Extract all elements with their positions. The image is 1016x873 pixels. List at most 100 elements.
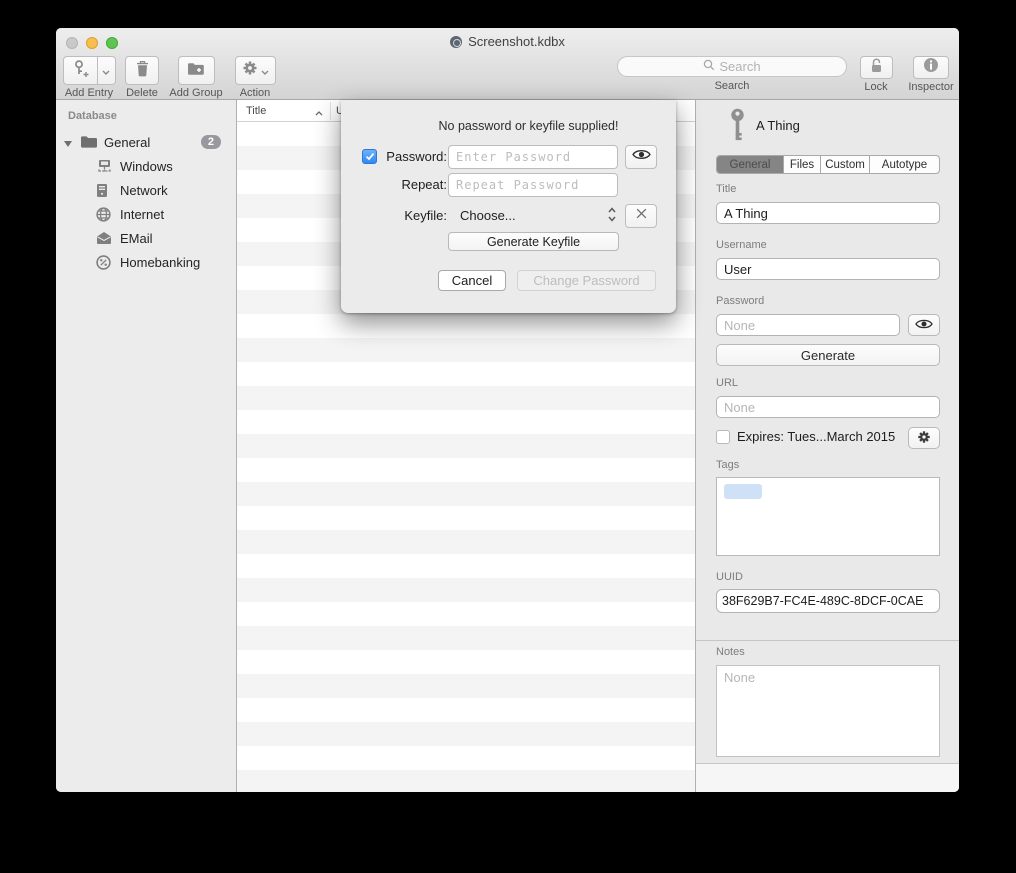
gear-icon <box>242 60 258 81</box>
add-group-button[interactable] <box>178 56 215 85</box>
sort-ascending-icon <box>315 107 323 119</box>
document-proxy-icon <box>450 36 462 48</box>
sidebar: Database General 2 Windows <box>56 100 237 792</box>
eye-icon <box>632 148 651 166</box>
disclosure-triangle-icon[interactable] <box>64 135 72 150</box>
title-field-label: Title <box>716 183 736 195</box>
inspector-label: Inspector <box>908 81 953 93</box>
delete-button[interactable] <box>125 56 159 85</box>
gear-icon <box>917 430 931 447</box>
change-password-dialog: No password or keyfile supplied! Passwor… <box>341 100 676 313</box>
username-field-label: Username <box>716 239 767 251</box>
generate-keyfile-button[interactable]: Generate Keyfile <box>448 232 619 251</box>
unlock-icon <box>869 57 884 79</box>
reveal-password-button[interactable] <box>908 314 940 336</box>
key-plus-icon <box>72 59 89 82</box>
sidebar-item-label: Homebanking <box>120 255 200 270</box>
tags-label: Tags <box>716 459 739 471</box>
uuid-field[interactable] <box>716 589 940 613</box>
expires-settings-button[interactable] <box>908 427 940 449</box>
inspector-panel: A Thing General Files Custom Autotype Ti… <box>695 100 959 792</box>
tab-general[interactable]: General <box>717 156 784 173</box>
folder-plus-icon <box>187 61 205 81</box>
password-label: Password: <box>349 149 447 164</box>
inspector-button[interactable] <box>913 56 949 79</box>
cancel-button[interactable]: Cancel <box>438 270 506 291</box>
notes-divider <box>696 640 959 641</box>
sidebar-item-homebanking[interactable]: Homebanking <box>56 250 236 274</box>
sidebar-item-general[interactable]: General 2 <box>56 130 236 154</box>
add-group-label: Add Group <box>169 87 222 99</box>
keyfile-popup[interactable]: Choose... <box>460 208 516 223</box>
toolbar: Screenshot.kdbx Add Entry <box>56 28 959 100</box>
envelope-icon <box>96 231 112 245</box>
chevron-down-icon <box>261 62 269 80</box>
key-icon <box>729 108 746 146</box>
repeat-label: Repeat: <box>349 177 447 192</box>
change-password-button[interactable]: Change Password <box>517 270 656 291</box>
workgroup-icon <box>96 159 113 174</box>
add-entry-label: Add Entry <box>65 87 113 99</box>
expires-label: Expires: Tues...March 2015 <box>737 429 895 444</box>
add-entry-dropdown[interactable] <box>97 56 116 85</box>
action-button[interactable] <box>235 56 276 85</box>
url-field[interactable] <box>716 396 940 418</box>
search-placeholder: Search <box>719 59 760 74</box>
clear-keyfile-button[interactable] <box>625 204 657 228</box>
username-field[interactable] <box>716 258 940 280</box>
inspector-tabs: General Files Custom Autotype <box>716 155 940 174</box>
expires-checkbox[interactable] <box>716 430 730 444</box>
inspector-footer <box>696 763 959 792</box>
close-x-icon <box>635 207 648 225</box>
password-field[interactable] <box>716 314 900 336</box>
keyfile-label: Keyfile: <box>349 208 447 223</box>
search-icon <box>703 59 715 74</box>
percent-icon <box>96 255 111 270</box>
folder-icon <box>80 135 98 149</box>
sidebar-item-label: Network <box>120 183 168 198</box>
lock-label: Lock <box>864 81 887 93</box>
sidebar-item-windows[interactable]: Windows <box>56 154 236 178</box>
tab-custom[interactable]: Custom <box>821 156 870 173</box>
tag-token[interactable] <box>724 484 762 499</box>
server-icon <box>96 183 108 198</box>
eye-icon <box>915 318 933 333</box>
show-password-button[interactable] <box>625 145 657 169</box>
sidebar-item-label: General <box>104 135 150 150</box>
sidebar-item-network[interactable]: Network <box>56 178 236 202</box>
column-divider[interactable] <box>330 102 331 120</box>
uuid-label: UUID <box>716 571 743 583</box>
notes-field[interactable] <box>716 665 940 757</box>
repeat-password-field[interactable] <box>448 173 618 197</box>
column-header-title[interactable]: Title <box>246 105 266 117</box>
stepper-icon[interactable] <box>607 206 617 228</box>
tab-files[interactable]: Files <box>784 156 821 173</box>
search-input[interactable]: Search <box>617 56 847 77</box>
lock-button[interactable] <box>860 56 893 79</box>
generate-password-button[interactable]: Generate <box>716 344 940 366</box>
enter-password-field[interactable] <box>448 145 618 169</box>
notes-label: Notes <box>716 646 745 658</box>
sidebar-item-label: EMail <box>120 231 153 246</box>
delete-label: Delete <box>126 87 158 99</box>
dialog-message: No password or keyfile supplied! <box>381 119 676 133</box>
chevron-down-icon <box>102 62 110 80</box>
search-label: Search <box>715 80 750 92</box>
window-title-bar: Screenshot.kdbx <box>56 28 959 55</box>
info-icon <box>923 57 939 78</box>
tags-field[interactable] <box>716 477 940 556</box>
sidebar-item-label: Windows <box>120 159 173 174</box>
sidebar-header: Database <box>56 106 236 130</box>
entry-title-heading: A Thing <box>756 118 800 133</box>
sidebar-item-internet[interactable]: Internet <box>56 202 236 226</box>
sidebar-item-email[interactable]: EMail <box>56 226 236 250</box>
action-label: Action <box>240 87 271 99</box>
url-field-label: URL <box>716 377 738 389</box>
title-field[interactable] <box>716 202 940 224</box>
app-window: Screenshot.kdbx Add Entry <box>56 28 959 792</box>
entry-count-badge: 2 <box>201 135 221 149</box>
trash-icon <box>135 60 150 82</box>
password-field-label: Password <box>716 295 764 307</box>
add-entry-button[interactable] <box>63 56 97 85</box>
tab-autotype[interactable]: Autotype <box>870 156 939 173</box>
